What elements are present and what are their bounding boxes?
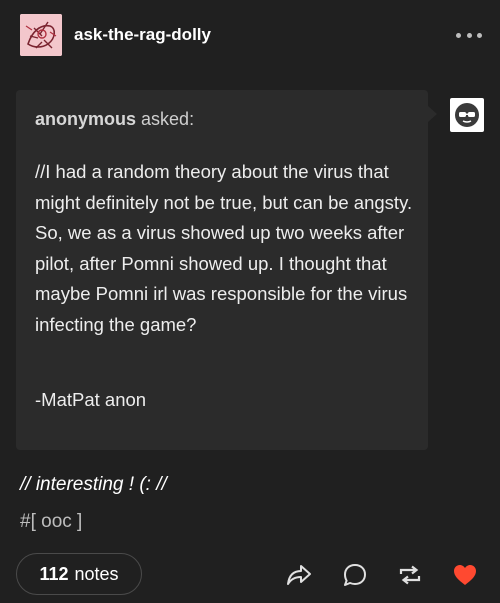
post-card: ask-the-rag-dolly anonymous asked: //I h… [0,0,500,603]
tag-list: #[ ooc ] [20,510,82,534]
ask-signature: -MatPat anon [35,389,147,410]
notes-label: notes [74,563,119,584]
ask-header: anonymous asked: [35,108,194,130]
heart-icon[interactable] [451,562,479,588]
notes-button[interactable]: 112 notes [16,553,142,595]
asked-label: asked: [141,109,195,129]
blog-name[interactable]: ask-the-rag-dolly [74,24,211,46]
asker-name: anonymous [35,109,137,129]
ask-box: anonymous asked: //I had a random theory… [16,90,428,450]
reblog-icon[interactable] [396,562,424,588]
anonymous-avatar-icon [450,98,484,132]
comment-icon[interactable] [341,562,369,588]
ask-bubble-notch [428,106,437,122]
notes-count: 112 [39,563,69,584]
blog-avatar[interactable] [20,14,62,56]
tag-link[interactable]: #[ ooc ] [20,511,82,532]
blog-avatar-image [20,14,62,56]
ask-body: //I had a random theory about the virus … [35,161,413,335]
share-icon[interactable] [285,562,313,588]
more-options-icon[interactable] [456,26,482,44]
reply-text: // interesting ! (: // [20,474,167,495]
